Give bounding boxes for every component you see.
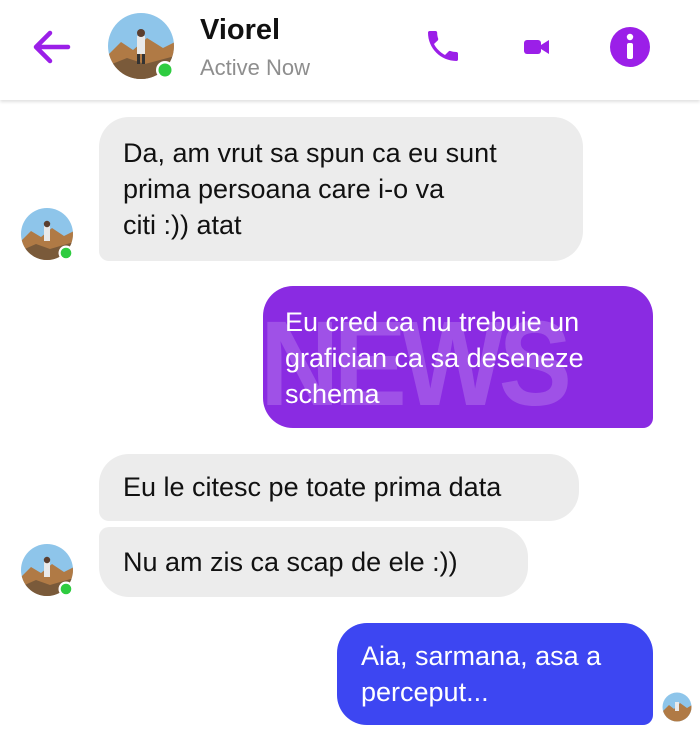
back-arrow-icon[interactable]	[30, 26, 72, 68]
message-incoming[interactable]: Da, am vrut sa spun ca eu sunt prima per…	[99, 117, 583, 261]
message-outgoing[interactable]: Aia, sarmana, asa a perceput...	[337, 623, 653, 725]
video-camera-icon[interactable]	[522, 32, 552, 62]
online-indicator	[158, 63, 172, 77]
contact-avatar-small	[21, 208, 74, 261]
seen-avatar	[662, 692, 692, 722]
chat-header: Viorel Active Now	[0, 0, 700, 100]
message-outgoing[interactable]: Eu cred ca nu trebuie un grafician ca sa…	[263, 286, 653, 428]
contact-avatar-small	[21, 544, 74, 597]
info-icon[interactable]	[609, 26, 651, 68]
contact-avatar[interactable]	[107, 12, 175, 80]
contact-name[interactable]: Viorel	[200, 14, 280, 47]
phone-icon[interactable]	[423, 26, 463, 66]
contact-status: Active Now	[200, 55, 311, 80]
message-incoming[interactable]: Nu am zis ca scap de ele :))	[99, 527, 528, 597]
message-incoming[interactable]: Eu le citesc pe toate prima data	[99, 454, 579, 521]
